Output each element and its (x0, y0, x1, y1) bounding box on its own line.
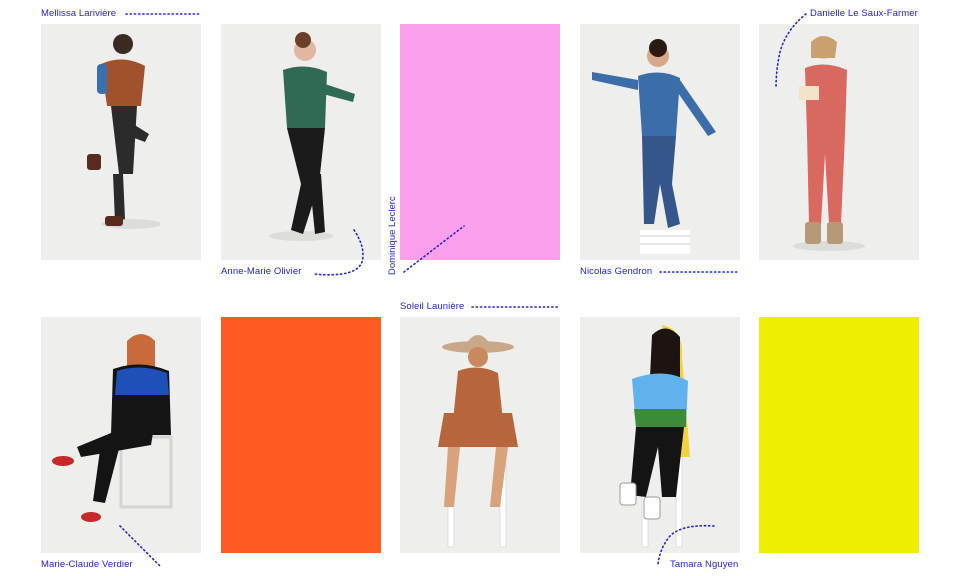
dotted-connector (313, 229, 364, 276)
name-label-dominique-leclerc[interactable]: Dominique Leclerc (387, 196, 398, 275)
photo-marie-claude-verdier[interactable] (41, 317, 201, 553)
dotted-connector (119, 525, 161, 567)
name-label-anne-marie-olivier[interactable]: Anne-Marie Olivier (221, 266, 301, 277)
dotted-connector (659, 271, 739, 273)
color-block-orange (221, 317, 381, 553)
dotted-connector (657, 524, 715, 565)
photo-tamara-nguyen[interactable] (580, 317, 740, 553)
photo-mellissa-lariviere[interactable] (41, 24, 201, 260)
name-label-nicolas-gendron[interactable]: Nicolas Gendron (580, 266, 652, 277)
name-label-danielle-le-saux-farmer[interactable]: Danielle Le Saux-Farmer (810, 8, 918, 19)
dotted-connector (403, 225, 465, 273)
person-figure (269, 32, 355, 241)
person-figure (619, 325, 690, 548)
person-figure (592, 39, 716, 254)
photo-soleil-launiere[interactable] (400, 317, 560, 553)
color-block-yellow (759, 317, 919, 553)
dotted-connector (471, 306, 559, 308)
person-figure (52, 334, 173, 522)
photo-anne-marie-olivier[interactable] (221, 24, 381, 260)
dotted-connector (775, 13, 807, 89)
person-figure (87, 34, 161, 229)
person-figure (438, 335, 518, 548)
dotted-connector (125, 13, 201, 15)
photo-nicolas-gendron[interactable] (580, 24, 740, 260)
name-label-mellissa-lariviere[interactable]: Mellissa Larivière (41, 8, 116, 19)
name-label-soleil-launiere[interactable]: Soleil Launière (400, 301, 464, 312)
